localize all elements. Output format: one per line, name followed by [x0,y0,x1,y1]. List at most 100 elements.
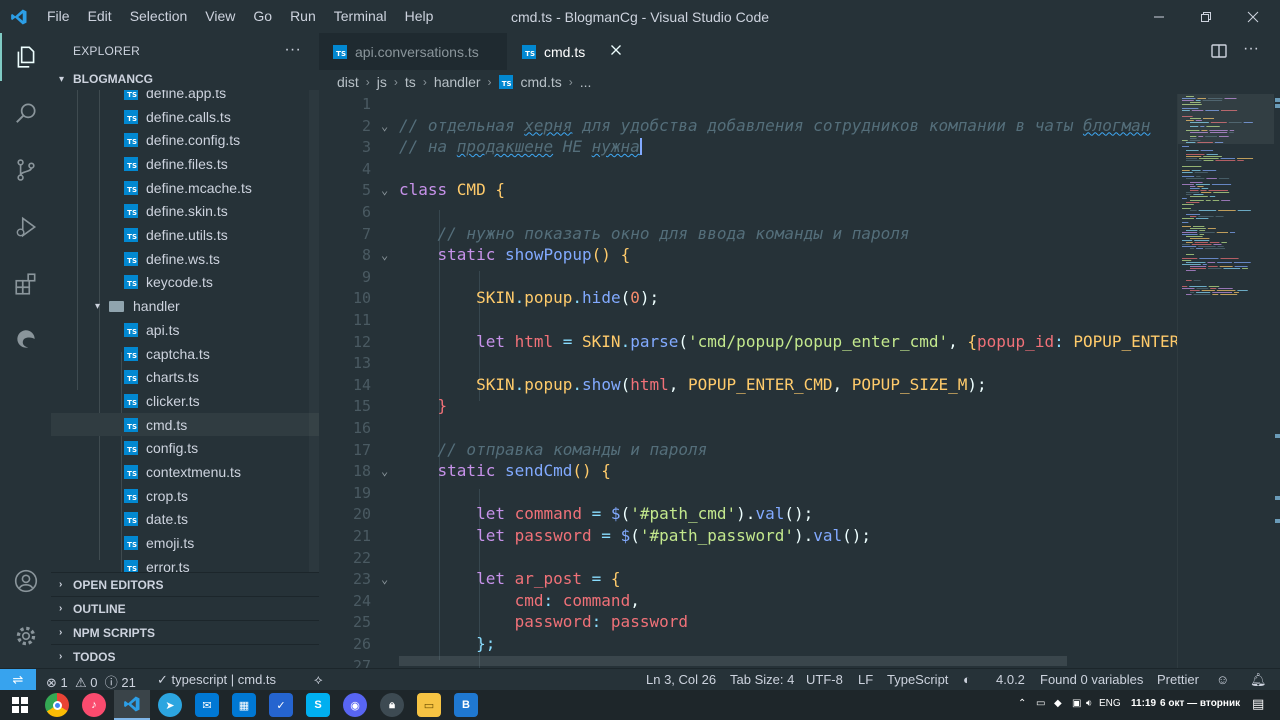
discord-icon[interactable]: ◉ [343,693,367,717]
file-explorer-icon[interactable]: ▭ [417,693,441,717]
file-item[interactable]: TS define.skin.ts [51,200,319,224]
git-graph-icon[interactable]: ⟡ [314,672,323,688]
more-actions-icon[interactable]: ··· [284,41,301,59]
restore-button[interactable] [1183,0,1229,33]
file-item[interactable]: TS charts.ts [51,365,319,389]
code-editor[interactable]: 1 2 ⌄// отдельная херня для удобства добав… [319,94,1177,668]
scope-indicator[interactable]: ✓ typescript | cmd.ts [157,672,276,688]
file-item[interactable]: TS define.utils.ts [51,223,319,247]
vscode-taskbar-icon[interactable] [114,690,150,720]
file-item[interactable]: TS define.app.ts [51,90,319,105]
code-line[interactable]: let ar_post = { [399,569,621,588]
mail-icon[interactable]: ✉ [195,693,219,717]
tray-network-icon[interactable]: ▣ [1072,698,1081,709]
edge-devtools-icon[interactable] [0,315,51,363]
bitwarden-icon[interactable]: B [454,693,478,717]
file-item[interactable]: TS date.ts [51,508,319,532]
menu-go[interactable]: Go [244,0,281,33]
itunes-icon[interactable]: ♪ [82,693,106,717]
file-item[interactable]: TS define.calls.ts [51,105,319,129]
code-line[interactable]: let password = $('#path_password').val()… [399,526,871,545]
file-item[interactable]: TS cmd.ts [51,412,319,437]
file-item[interactable]: TS api.ts [51,318,319,342]
horizontal-scrollbar[interactable] [399,656,1067,666]
section-npm-scripts[interactable]: › NPM SCRIPTS [51,620,319,644]
search-icon[interactable] [0,89,51,137]
minimap[interactable] [1177,94,1280,668]
language-indicator[interactable]: ENG [1099,698,1121,709]
section-open-editors[interactable]: › OPEN EDITORS [51,572,319,596]
half-circle-icon[interactable]: ◐ [963,672,971,687]
file-item[interactable]: TS define.ws.ts [51,247,319,271]
code-line[interactable]: password: password [399,612,688,631]
file-item[interactable]: TS define.files.ts [51,152,319,176]
menu-view[interactable]: View [196,0,244,33]
vpn-icon[interactable]: 🔒︎ [380,693,404,717]
code-line[interactable]: SKIN.popup.hide(0); [399,288,659,307]
file-item[interactable]: TS keycode.ts [51,271,319,295]
file-item[interactable]: TS captcha.ts [51,342,319,366]
menu-selection[interactable]: Selection [121,0,197,33]
notifications-bell-icon[interactable]: 🔔︎ [1250,672,1267,688]
tab-cmd[interactable]: TS cmd.ts [508,33,632,70]
file-item[interactable]: TS contextmenu.ts [51,460,319,484]
windows-start-icon[interactable] [8,693,32,717]
code-line[interactable]: let command = $('#path_cmd').val(); [399,504,813,523]
breadcrumb-item[interactable]: handler [434,74,481,90]
prettier-status[interactable]: Prettier [1157,672,1199,687]
account-icon[interactable] [0,557,51,605]
settings-gear-icon[interactable] [0,612,51,660]
extensions-icon[interactable] [0,260,51,308]
code-line[interactable]: // нужно показать окно для ввода команды… [399,224,910,243]
sidebar-scrollbar[interactable] [309,90,319,573]
calendar-icon[interactable]: ▦ [232,693,256,717]
source-control-icon[interactable] [0,146,51,194]
run-debug-icon[interactable] [0,203,51,251]
todo-icon[interactable]: ✓ [269,693,293,717]
breadcrumb-item[interactable]: cmd.ts [521,74,562,90]
menu-file[interactable]: File [38,0,79,33]
notification-center-icon[interactable]: ▤ [1252,696,1264,712]
code-line[interactable]: }; [399,634,495,653]
file-item[interactable]: TS error.ts [51,555,319,573]
breadcrumb-item[interactable]: js [377,74,387,90]
code-line[interactable]: // на продакшене НЕ нужна [399,137,642,156]
end-of-line[interactable]: LF [858,672,873,687]
language-mode[interactable]: TypeScript [887,672,948,687]
code-line[interactable]: let html = SKIN.parse('cmd/popup/popup_e… [399,332,1177,351]
cursor-position[interactable]: Ln 3, Col 26 [646,672,716,687]
code-line[interactable]: SKIN.popup.show(html, POPUP_ENTER_CMD, P… [399,375,987,394]
code-line[interactable]: // отдельная херня для удобства добавлен… [399,116,1150,135]
file-item[interactable]: TS define.mcache.ts [51,176,319,200]
clock-date[interactable]: 6 окт — вторник [1160,698,1240,709]
project-folder[interactable]: ▾ BLOGMANCG [51,68,319,90]
variables-status[interactable]: Found 0 variables [1040,672,1143,687]
encoding[interactable]: UTF-8 [806,672,843,687]
telegram-icon[interactable]: ➤ [158,693,182,717]
close-tab-icon[interactable] [610,43,622,59]
menu-terminal[interactable]: Terminal [325,0,396,33]
breadcrumb-item[interactable]: ts [405,74,416,90]
editor-more-actions-icon[interactable]: ··· [1243,40,1259,58]
tray-display-icon[interactable]: ▭ [1036,698,1045,709]
menu-run[interactable]: Run [281,0,325,33]
fold-chevron-icon[interactable]: ⌄ [381,119,388,133]
file-item[interactable]: TS config.ts [51,437,319,461]
close-window-button[interactable] [1230,0,1276,33]
fold-chevron-icon[interactable]: ⌄ [381,183,388,197]
problems-indicator[interactable]: ⊗ 1 ⚠ 0 ⓘ 21 [46,672,136,691]
tray-volume-icon[interactable]: 🔉︎ [1086,698,1092,709]
breadcrumb-item[interactable]: ... [580,74,592,90]
file-item[interactable]: TS crop.ts [51,484,319,508]
ts-version[interactable]: 4.0.2 [996,672,1025,687]
file-item[interactable]: TS emoji.ts [51,531,319,555]
fold-chevron-icon[interactable]: ⌄ [381,248,388,262]
skype-icon[interactable]: S [306,693,330,717]
file-item[interactable]: TS clicker.ts [51,389,319,413]
minimap-slider[interactable] [1178,94,1274,144]
code-line[interactable]: cmd: command, [399,591,640,610]
code-line[interactable]: } [399,396,448,415]
clock-time[interactable]: 11:19 [1131,698,1156,709]
tab-api-conversations[interactable]: TS api.conversations.ts [319,33,507,70]
feedback-icon[interactable]: ☺ [1216,672,1229,687]
